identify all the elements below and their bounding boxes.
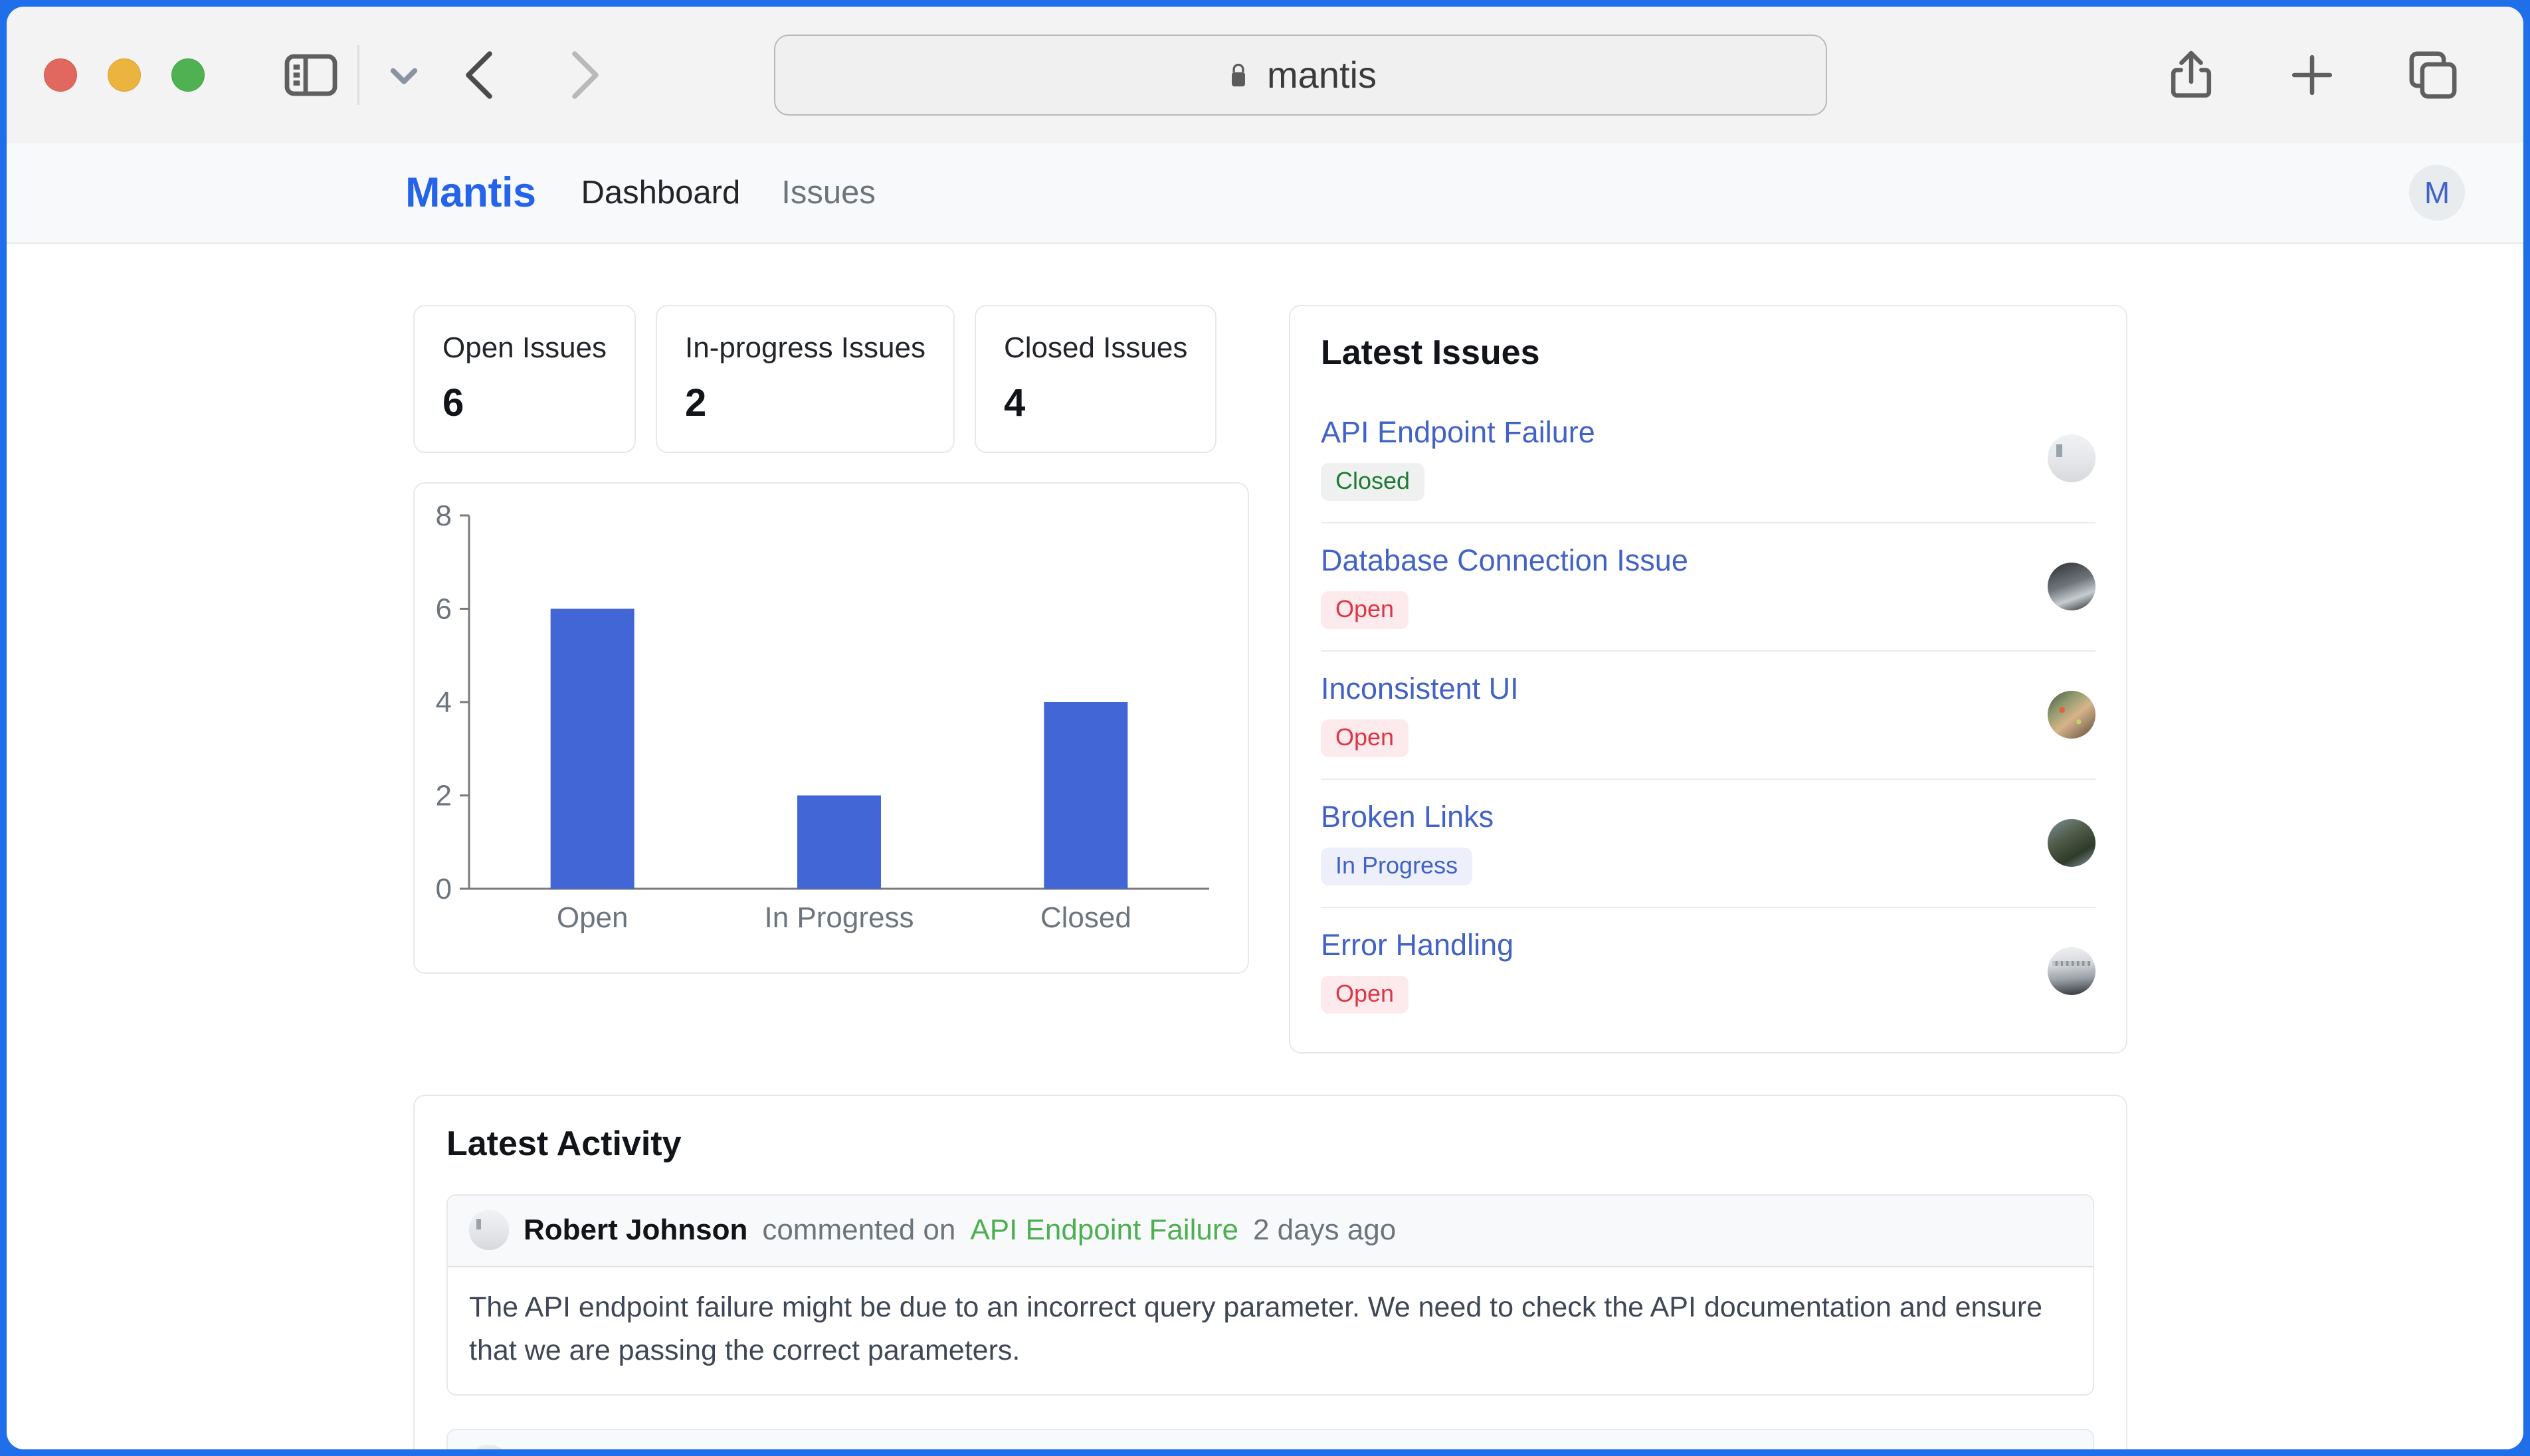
forward-arrow-icon[interactable] bbox=[551, 43, 615, 107]
status-badge: Open bbox=[1321, 719, 1409, 757]
nav-links: Dashboard Issues bbox=[581, 174, 876, 211]
issue-main: Database Connection Issue Open bbox=[1321, 543, 2032, 629]
stat-cards: Open Issues 6 In-progress Issues 2 Close… bbox=[413, 305, 1249, 453]
issue-main: Broken Links In Progress bbox=[1321, 800, 2032, 885]
svg-text:Open: Open bbox=[557, 901, 629, 934]
issue-row[interactable]: Database Connection Issue Open bbox=[1321, 522, 2095, 650]
minimize-window-button[interactable] bbox=[108, 58, 141, 92]
svg-text:8: 8 bbox=[436, 500, 452, 532]
close-window-button[interactable] bbox=[44, 58, 77, 92]
activity-user-avatar bbox=[469, 1210, 509, 1250]
activity-verb: commented on bbox=[694, 1448, 888, 1449]
stat-label: Closed Issues bbox=[1003, 331, 1188, 364]
share-icon[interactable] bbox=[2161, 45, 2222, 106]
bar-chart: 0 2 4 6 8 Open In Progress Closed bbox=[415, 484, 1248, 972]
toolbar-right-group bbox=[2161, 45, 2483, 106]
nav-link-issues[interactable]: Issues bbox=[781, 174, 876, 211]
activity-item: Robert Johnson commented on API Endpoint F… bbox=[446, 1194, 2094, 1396]
avatar[interactable]: M bbox=[2409, 165, 2465, 221]
svg-text:Closed: Closed bbox=[1040, 901, 1131, 934]
svg-text:6: 6 bbox=[436, 593, 452, 626]
content-container: Open Issues 6 In-progress Issues 2 Close… bbox=[413, 305, 2127, 1449]
issue-reporter-avatar bbox=[2048, 818, 2095, 867]
stat-value: 4 bbox=[1003, 381, 1026, 424]
plus-icon[interactable] bbox=[2282, 45, 2343, 106]
stat-card-closed[interactable]: Closed Issues 4 bbox=[974, 305, 1217, 453]
issue-reporter-avatar bbox=[2048, 434, 2095, 482]
status-badge: Open bbox=[1321, 591, 1409, 629]
maximize-window-button[interactable] bbox=[171, 58, 205, 92]
issue-title-link[interactable]: Error Handling bbox=[1321, 928, 2032, 962]
svg-text:0: 0 bbox=[436, 873, 452, 905]
browser-toolbar: mantis bbox=[7, 7, 2523, 143]
traffic-lights bbox=[44, 58, 205, 92]
activity-timestamp: 2 days ago bbox=[1252, 1214, 1397, 1246]
latest-issues-panel: Latest Issues API Endpoint Failure Closed… bbox=[1289, 305, 2127, 1053]
panel-title: Latest Issues bbox=[1321, 333, 1540, 372]
address-bar[interactable]: mantis bbox=[774, 34, 1827, 116]
svg-text:In Progress: In Progress bbox=[765, 901, 914, 934]
activity-item: Jane Smith commented on Database Connectio… bbox=[446, 1428, 2094, 1449]
stat-value: 2 bbox=[685, 381, 707, 424]
nav-link-dashboard[interactable]: Dashboard bbox=[581, 174, 741, 211]
issue-row[interactable]: Inconsistent UI Open bbox=[1321, 650, 2095, 778]
stat-label: Open Issues bbox=[442, 331, 607, 364]
activity-comment-body: The API endpoint failure might be due to… bbox=[469, 1291, 2043, 1367]
status-badge: In Progress bbox=[1321, 848, 1473, 885]
activity-header: Robert Johnson commented on API Endpoint F… bbox=[448, 1196, 2093, 1267]
toolbar-divider bbox=[357, 45, 359, 105]
dashboard-right-column: Latest Issues API Endpoint Failure Closed… bbox=[1289, 305, 2127, 1053]
activity-header: Jane Smith commented on Database Connectio… bbox=[448, 1429, 2093, 1449]
lock-icon bbox=[1224, 58, 1252, 92]
browser-window: mantis Mantis Dashboard Issues M Open Is… bbox=[7, 7, 2523, 1449]
activity-user-name: Robert Johnson bbox=[524, 1214, 748, 1246]
dashboard-left-column: Open Issues 6 In-progress Issues 2 Close… bbox=[413, 305, 1249, 974]
issues-bar-chart-card: 0 2 4 6 8 Open In Progress Closed bbox=[413, 482, 1249, 974]
issue-title-link[interactable]: Database Connection Issue bbox=[1321, 543, 2032, 578]
latest-activity-card: Latest Activity Robert Johnson commented … bbox=[413, 1095, 2127, 1449]
sidebar-toggle-icon[interactable] bbox=[279, 43, 343, 107]
back-arrow-icon[interactable] bbox=[450, 43, 514, 107]
status-badge: Open bbox=[1321, 976, 1409, 1014]
issue-main: API Endpoint Failure Closed bbox=[1321, 415, 2032, 501]
issue-main: Inconsistent UI Open bbox=[1321, 672, 2032, 757]
status-badge: Closed bbox=[1321, 463, 1425, 501]
activity-verb: commented on bbox=[762, 1214, 956, 1246]
issue-row[interactable]: Error Handling Open bbox=[1321, 907, 2095, 1035]
issue-title-link[interactable]: Broken Links bbox=[1321, 800, 2032, 834]
page-content: Open Issues 6 In-progress Issues 2 Close… bbox=[7, 244, 2523, 1449]
address-bar-text: mantis bbox=[1267, 54, 1377, 96]
stat-value: 6 bbox=[442, 381, 464, 424]
app-brand[interactable]: Mantis bbox=[405, 169, 536, 217]
app-navbar: Mantis Dashboard Issues M bbox=[7, 143, 2523, 244]
dashboard-top-row: Open Issues 6 In-progress Issues 2 Close… bbox=[413, 305, 2127, 1053]
stat-card-in-progress[interactable]: In-progress Issues 2 bbox=[656, 305, 955, 453]
chevron-down-icon[interactable] bbox=[378, 49, 430, 101]
issue-main: Error Handling Open bbox=[1321, 928, 2032, 1014]
activity-user-name: Jane Smith bbox=[524, 1448, 680, 1449]
issue-title-link[interactable]: Inconsistent UI bbox=[1321, 672, 2032, 706]
activity-issue-link[interactable]: Database Connection Issue bbox=[902, 1448, 1262, 1449]
svg-text:2: 2 bbox=[436, 780, 452, 812]
issue-title-link[interactable]: API Endpoint Failure bbox=[1321, 415, 2032, 450]
issue-reporter-avatar bbox=[2048, 947, 2095, 995]
stat-card-open[interactable]: Open Issues 6 bbox=[413, 305, 636, 453]
activity-timestamp: 2 days ago bbox=[1276, 1448, 1418, 1449]
stat-label: In-progress Issues bbox=[685, 331, 925, 364]
issue-row[interactable]: API Endpoint Failure Closed bbox=[1321, 393, 2095, 522]
issue-row[interactable]: Broken Links In Progress bbox=[1321, 778, 2095, 907]
issue-reporter-avatar bbox=[2048, 690, 2095, 739]
issue-reporter-avatar bbox=[2048, 562, 2095, 610]
activity-issue-link[interactable]: API Endpoint Failure bbox=[970, 1214, 1238, 1247]
panel-title: Latest Activity bbox=[446, 1125, 682, 1163]
svg-text:4: 4 bbox=[436, 686, 452, 719]
activity-user-avatar bbox=[469, 1444, 509, 1449]
activity-list: Robert Johnson commented on API Endpoint F… bbox=[446, 1194, 2094, 1449]
tab-overview-icon[interactable] bbox=[2402, 45, 2464, 106]
issue-list: API Endpoint Failure Closed Database Conne… bbox=[1321, 393, 2095, 1035]
